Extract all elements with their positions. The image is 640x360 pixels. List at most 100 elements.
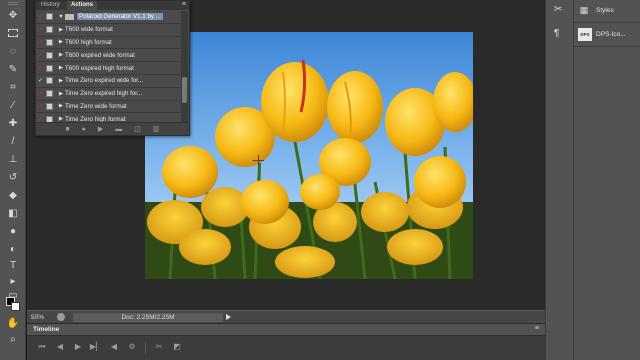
paint-bucket-tool-icon[interactable]: ◧ (6, 206, 20, 220)
list-item[interactable]: ✓ ▶ T600 expired high format (36, 62, 181, 75)
hand-tool-icon[interactable]: ✋ (6, 316, 20, 330)
action-set-label: Polaroid Generator V1.1 by ... (77, 13, 163, 21)
expand-triangle-icon[interactable]: ▼ (57, 14, 65, 20)
tab-actions[interactable]: Actions (67, 1, 98, 10)
action-label: T600 wide format (65, 26, 113, 34)
history-actions-panel: History Actions ≡ ✓ ▼ Polaroid Generator… (35, 0, 190, 136)
dialog-toggle-icon[interactable] (46, 51, 53, 59)
dps-panel-button[interactable]: DPS DPS-Ico... (578, 28, 626, 41)
action-list: ✓ ▼ Polaroid Generator V1.1 by ... ✓ ▶ T… (36, 11, 181, 127)
toggle-check-icon[interactable]: ✓ (36, 52, 45, 59)
eraser-tool-icon[interactable]: ◆ (6, 188, 20, 202)
panel-tab-bar: History Actions ≡ (36, 1, 189, 10)
styles-label: Styles (596, 6, 614, 14)
collapse-triangle-icon[interactable]: ▶ (57, 39, 65, 45)
split-icon[interactable]: ✂ (150, 342, 168, 354)
eyedropper-tool-icon[interactable]: ⁄ (6, 98, 20, 112)
document-status-icon[interactable] (57, 313, 65, 321)
tulip-photo[interactable] (145, 32, 473, 279)
dock-divider (574, 46, 640, 47)
tab-timeline[interactable]: Timeline (33, 326, 59, 333)
audio-icon[interactable]: ◀ (105, 342, 123, 354)
play-icon[interactable]: ▶ (69, 342, 87, 354)
dialog-toggle-icon[interactable] (46, 90, 53, 98)
marquee-tool-icon[interactable] (6, 26, 20, 40)
document-size-info: Doc: 2.25M/2.25M (73, 312, 223, 322)
tab-history[interactable]: History (37, 1, 64, 10)
settings-icon[interactable]: ⚙ (123, 342, 141, 354)
play-icon[interactable]: ▶ (98, 125, 103, 133)
list-item[interactable]: ✓ ▶ T600 wide format (36, 24, 181, 37)
zoom-tool-icon[interactable]: ⌕ (6, 332, 20, 346)
brush-tool-icon[interactable]: / (6, 134, 20, 148)
path-selection-tool-icon[interactable]: ▸ (6, 274, 20, 288)
trash-icon[interactable]: ▥ (153, 125, 160, 133)
first-frame-icon[interactable]: ⏮ (33, 342, 51, 354)
crop-tool-icon[interactable]: ⌗ (6, 80, 20, 94)
list-item[interactable]: ✓ ▶ T600 high format (36, 37, 181, 50)
action-label: Time Zero expired wide for... (65, 77, 144, 85)
collapsed-panels: ▦ Styles DPS DPS-Ico... (573, 0, 640, 360)
styles-panel-button[interactable]: ▦ Styles (578, 4, 614, 16)
action-label: T600 expired wide format (65, 51, 135, 59)
tools-panel: ✥ ◌ ✎ ⌗ ⁄ ✚ / ⊥ ↺ ◆ ◧ ● ◐ T ▸ ▭ ✋ ⌕ (0, 0, 26, 360)
panel-menu-icon[interactable]: ≡ (182, 1, 186, 8)
collapse-triangle-icon[interactable]: ▶ (57, 103, 65, 109)
toggle-check-icon[interactable]: ✓ (36, 39, 45, 46)
scrollbar-thumb[interactable] (182, 77, 187, 103)
background-color-swatch[interactable] (11, 302, 20, 311)
lasso-tool-icon[interactable]: ◌ (6, 44, 20, 58)
quick-select-tool-icon[interactable]: ✎ (6, 62, 20, 76)
toggle-check-icon[interactable]: ✓ (36, 77, 45, 84)
prev-frame-icon[interactable]: ◀ (51, 342, 69, 354)
next-frame-icon[interactable]: ▶▏ (87, 342, 105, 354)
list-item[interactable]: ✓ ▶ T600 expired wide format (36, 49, 181, 63)
folder-icon (65, 13, 74, 20)
tools-preset-icon[interactable]: ✂ (554, 4, 562, 15)
new-action-icon[interactable]: ◫ (134, 125, 141, 133)
stop-icon[interactable]: ■ (65, 126, 69, 133)
status-bar: 50% Doc: 2.25M/2.25M (27, 310, 545, 323)
dialog-toggle-icon[interactable] (46, 26, 53, 34)
clone-stamp-tool-icon[interactable]: ⊥ (6, 152, 20, 166)
dialog-toggle-icon[interactable] (46, 38, 53, 46)
history-brush-tool-icon[interactable]: ↺ (6, 170, 20, 184)
zoom-level-field[interactable]: 50% (27, 314, 57, 321)
dodge-tool-icon[interactable]: ◐ (6, 242, 20, 256)
styles-icon: ▦ (579, 4, 589, 15)
dps-label: DPS-Ico... (596, 31, 626, 38)
crosshair-cursor-icon (253, 155, 264, 166)
dialog-toggle-icon[interactable] (46, 77, 53, 85)
panel-menu-icon[interactable]: ≡ (535, 325, 539, 332)
blur-tool-icon[interactable]: ● (6, 224, 20, 238)
action-set-row[interactable]: ✓ ▼ Polaroid Generator V1.1 by ... (36, 11, 181, 24)
toolbar-grip[interactable] (8, 2, 18, 5)
paragraph-icon[interactable]: ¶ (554, 28, 559, 39)
action-label: T600 expired high format (65, 64, 134, 72)
dialog-toggle-icon[interactable] (46, 13, 53, 21)
move-tool-icon[interactable]: ✥ (6, 8, 20, 22)
collapse-triangle-icon[interactable]: ▶ (57, 52, 65, 58)
toggle-check-icon[interactable]: ✓ (36, 103, 45, 110)
collapse-triangle-icon[interactable]: ▶ (57, 91, 65, 97)
record-icon[interactable]: ● (82, 126, 86, 133)
collapse-triangle-icon[interactable]: ▶ (57, 65, 65, 71)
timeline-tab-bar: Timeline ≡ (27, 324, 545, 336)
list-item[interactable]: ✓ ▶ Time Zero expired high for... (36, 88, 181, 101)
toggle-check-icon[interactable]: ✓ (36, 26, 45, 33)
dialog-toggle-icon[interactable] (46, 102, 53, 110)
toggle-check-icon[interactable]: ✓ (36, 90, 45, 97)
type-tool-icon[interactable]: T (6, 258, 20, 272)
collapse-triangle-icon[interactable]: ▶ (57, 78, 65, 84)
new-set-icon[interactable]: ▬ (115, 126, 122, 133)
transition-icon[interactable]: ◩ (168, 342, 186, 354)
status-menu-arrow-icon[interactable] (226, 314, 231, 320)
list-item[interactable]: ✓ ▶ Time Zero wide format (36, 101, 181, 114)
toggle-check-icon[interactable]: ✓ (36, 65, 45, 72)
collapse-triangle-icon[interactable]: ▶ (57, 27, 65, 33)
dialog-toggle-icon[interactable] (46, 64, 53, 72)
list-item[interactable]: ✓ ▶ Time Zero expired wide for... (36, 75, 181, 88)
action-list-scrollbar[interactable] (181, 11, 188, 123)
healing-brush-tool-icon[interactable]: ✚ (6, 116, 20, 130)
toggle-check-icon[interactable]: ✓ (36, 13, 45, 20)
